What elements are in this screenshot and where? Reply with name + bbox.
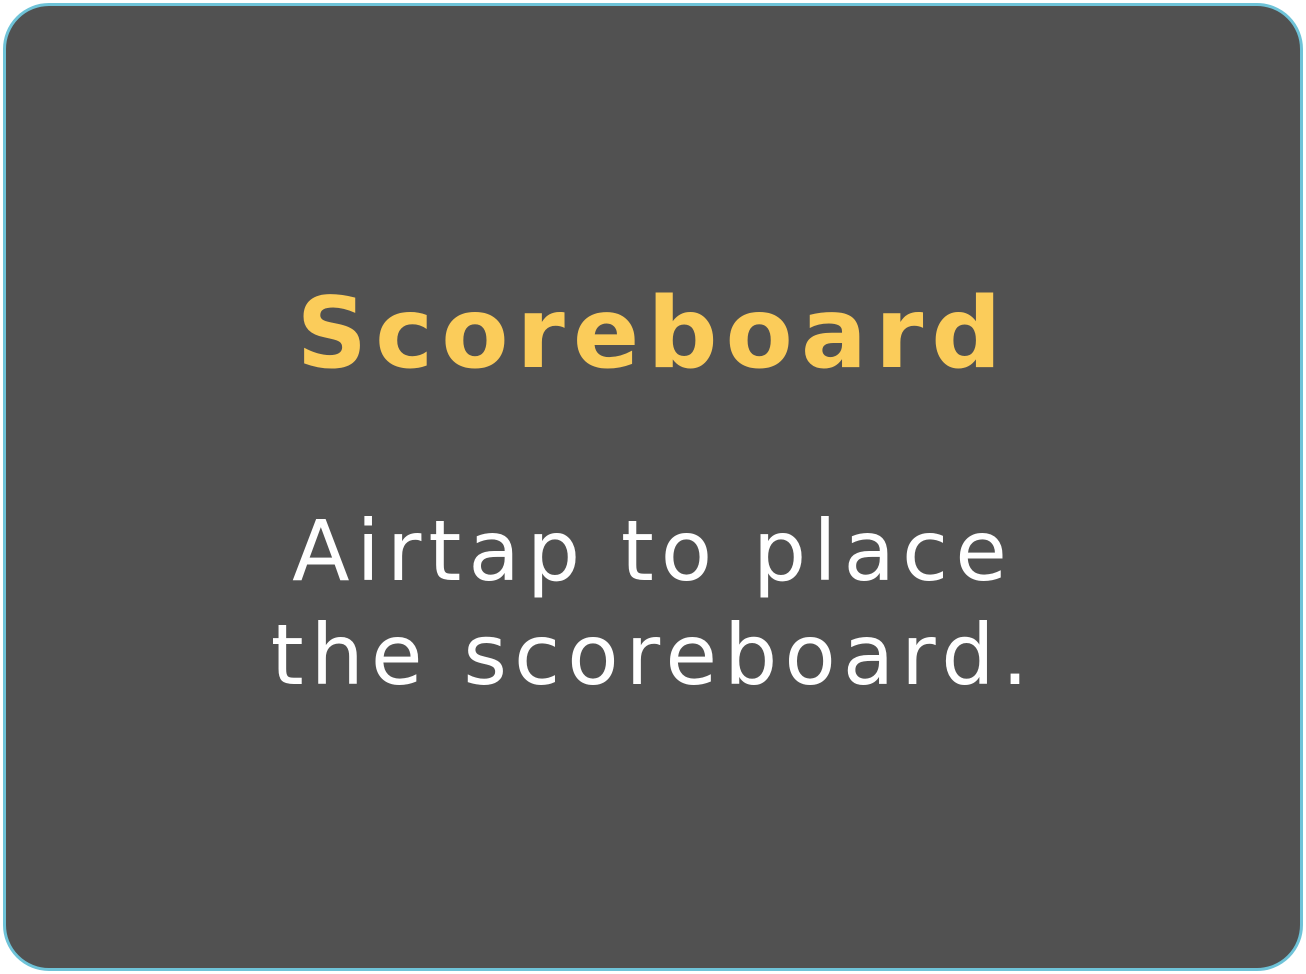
instruction-line-2: the scoreboard. [270, 606, 1036, 704]
instruction-message: Airtap to place the scoreboard. [6, 499, 1300, 707]
scoreboard-placement-panel: Scoreboard Airtap to place the scoreboar… [3, 3, 1303, 971]
instruction-line-1: Airtap to place [292, 502, 1014, 600]
panel-title: Scoreboard [296, 277, 1010, 391]
